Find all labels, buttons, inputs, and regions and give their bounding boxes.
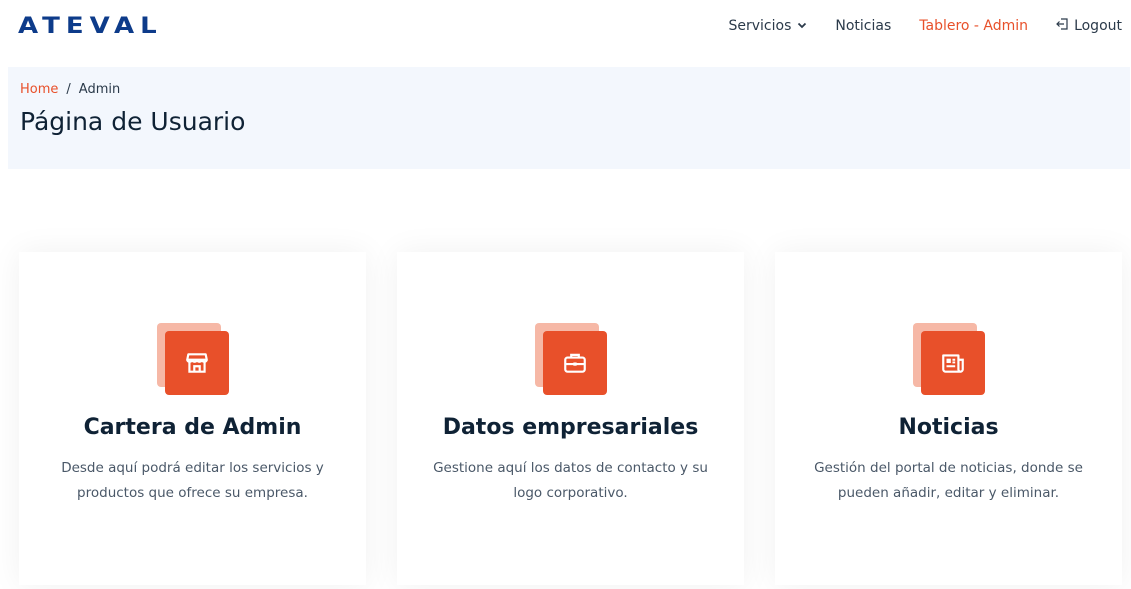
breadcrumb-separator: / bbox=[66, 82, 71, 97]
logout-icon bbox=[1056, 18, 1068, 34]
breadcrumb-home-link[interactable]: Home bbox=[20, 82, 58, 97]
nav-servicios-dropdown[interactable]: Servicios bbox=[728, 18, 807, 34]
nav-noticias-label: Noticias bbox=[835, 18, 892, 34]
card-icon-container bbox=[534, 323, 607, 395]
card-title: Datos empresariales bbox=[442, 415, 699, 440]
card-cartera-admin[interactable]: Cartera de Admin Desde aquí podrá editar… bbox=[19, 252, 366, 585]
breadcrumb-banner: Home / Admin Página de Usuario bbox=[8, 67, 1130, 169]
briefcase-icon bbox=[542, 331, 607, 395]
nav-noticias-link[interactable]: Noticias bbox=[835, 18, 891, 34]
nav-tablero-admin-link[interactable]: Tablero - Admin bbox=[919, 18, 1028, 34]
logout-link[interactable]: Logout bbox=[1056, 18, 1122, 34]
breadcrumb: Home / Admin bbox=[20, 82, 1118, 97]
chevron-down-icon bbox=[797, 20, 807, 33]
card-noticias[interactable]: Noticias Gestión del portal de noticias,… bbox=[775, 252, 1122, 585]
card-icon-container bbox=[912, 323, 985, 395]
breadcrumb-current: Admin bbox=[78, 82, 121, 97]
storefront-icon bbox=[164, 331, 229, 395]
admin-cards: Cartera de Admin Desde aquí podrá editar… bbox=[19, 252, 1122, 585]
card-description: Desde aquí podrá editar los servicios y … bbox=[61, 460, 324, 501]
card-icon-container bbox=[156, 323, 229, 395]
card-description: Gestión del portal de noticias, donde se… bbox=[814, 460, 1083, 501]
card-description: Gestione aquí los datos de contacto y su… bbox=[433, 460, 708, 501]
nav-servicios-label: Servicios bbox=[728, 18, 792, 34]
card-title: Noticias bbox=[898, 415, 999, 440]
card-title: Cartera de Admin bbox=[83, 415, 302, 440]
newspaper-icon bbox=[920, 331, 985, 395]
card-datos-empresariales[interactable]: Datos empresariales Gestione aquí los da… bbox=[397, 252, 744, 585]
logout-label: Logout bbox=[1074, 18, 1122, 34]
page-title: Página de Usuario bbox=[20, 107, 246, 136]
main-nav: Servicios Noticias Tablero - Admin Logou… bbox=[728, 18, 1122, 34]
nav-tablero-label: Tablero - Admin bbox=[919, 18, 1029, 34]
ateval-logo[interactable]: ATEVAL bbox=[18, 13, 163, 39]
site-header: ATEVAL Servicios Noticias Tablero - Admi… bbox=[0, 0, 1131, 52]
